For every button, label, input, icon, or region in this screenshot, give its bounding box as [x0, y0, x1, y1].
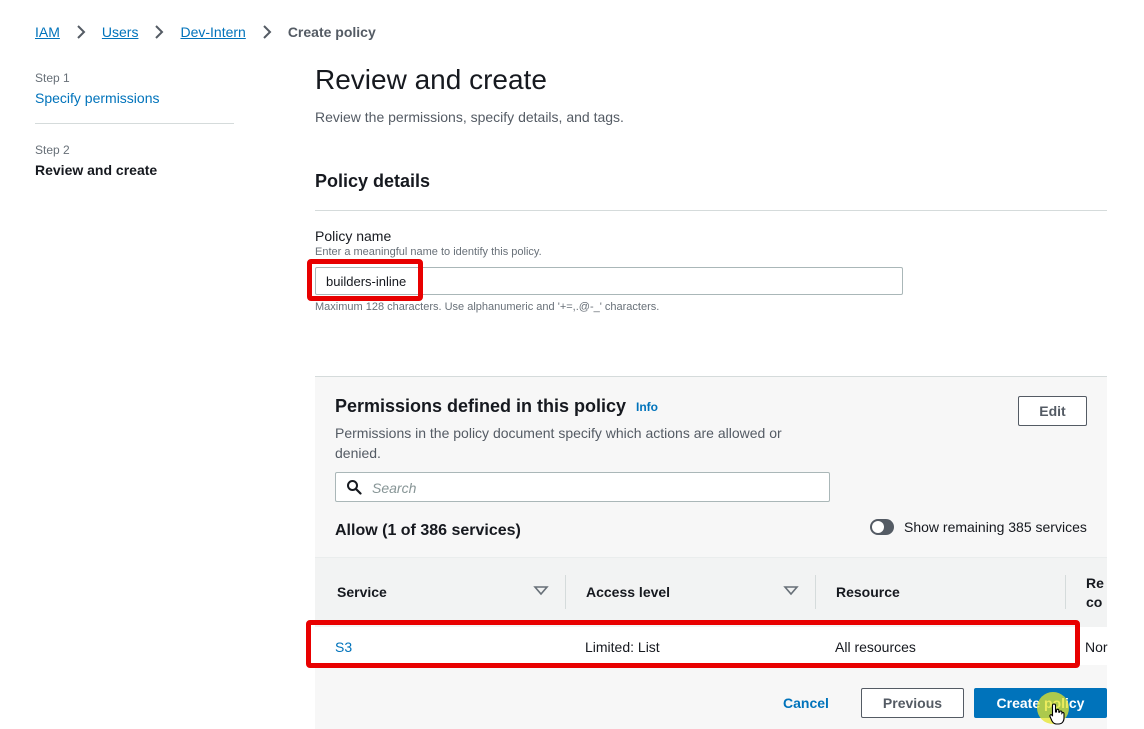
column-divider [815, 575, 816, 609]
step-1-link[interactable]: Specify permissions [35, 90, 160, 106]
breadcrumb-iam[interactable]: IAM [35, 24, 60, 40]
breadcrumb: IAM Users Dev-Intern Create policy [35, 23, 376, 41]
permissions-description: Permissions in the policy document speci… [335, 425, 782, 461]
breadcrumb-users[interactable]: Users [102, 24, 139, 40]
edit-button[interactable]: Edit [1018, 396, 1087, 426]
search-field[interactable] [335, 472, 830, 503]
policy-name-description: Enter a meaningful name to identify this… [315, 246, 542, 258]
chevron-right-icon [77, 25, 86, 39]
allow-count-title: Allow (1 of 386 services) [335, 522, 521, 539]
column-header-conditions-line1[interactable]: Re [1086, 575, 1104, 591]
section-divider [315, 210, 1107, 211]
show-remaining-label: Show remaining 385 services [904, 519, 1087, 535]
step-divider [35, 123, 234, 124]
page-title: Review and create [315, 64, 547, 95]
column-divider [1065, 575, 1066, 609]
sort-down-icon[interactable] [533, 586, 549, 596]
hand-cursor-icon [1049, 703, 1065, 725]
search-icon [347, 480, 362, 495]
policy-name-constraint: Maximum 128 characters. Use alphanumeric… [315, 301, 660, 313]
sort-down-icon[interactable] [783, 586, 799, 596]
conditions-cell: Nor [1085, 639, 1108, 655]
step-1-label: Step 1 [35, 71, 70, 85]
cancel-button[interactable]: Cancel [772, 688, 840, 718]
page-description: Review the permissions, specify details,… [315, 109, 624, 125]
show-remaining-toggle[interactable] [870, 519, 894, 535]
column-header-service[interactable]: Service [337, 584, 387, 600]
permissions-title: Permissions defined in this policy [335, 396, 627, 416]
column-header-access-level[interactable]: Access level [586, 584, 670, 600]
column-divider [565, 575, 566, 609]
chevron-right-icon [155, 25, 164, 39]
search-input[interactable] [370, 473, 824, 503]
highlight-box-policy-name [307, 259, 423, 301]
policy-details-title: Policy details [315, 171, 431, 191]
column-header-resource[interactable]: Resource [836, 584, 900, 600]
toggle-knob [872, 521, 884, 533]
breadcrumb-dev-intern[interactable]: Dev-Intern [180, 24, 245, 40]
info-link[interactable]: Info [636, 400, 658, 414]
previous-button[interactable]: Previous [861, 688, 964, 718]
policy-name-label: Policy name [315, 228, 392, 244]
highlight-box-service-row [306, 620, 1080, 668]
table-header [315, 557, 1107, 628]
chevron-right-icon [263, 25, 272, 39]
column-header-conditions-line2[interactable]: co [1086, 594, 1102, 610]
step-2-current: Review and create [35, 162, 158, 178]
breadcrumb-current: Create policy [287, 24, 376, 40]
step-2-label: Step 2 [35, 143, 70, 157]
